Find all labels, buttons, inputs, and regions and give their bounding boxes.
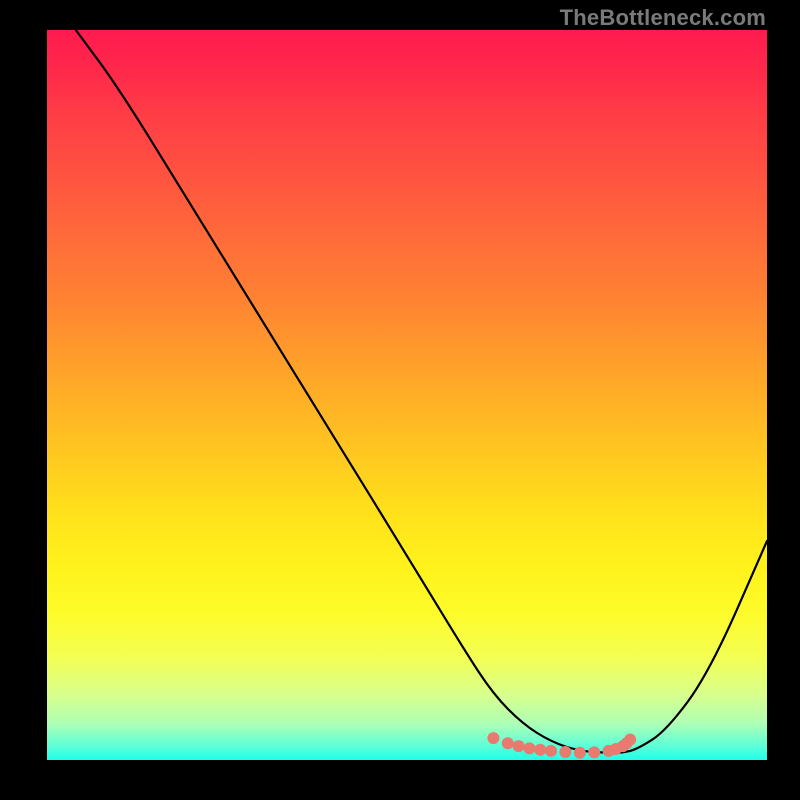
marker-dot <box>534 744 546 756</box>
marker-dot <box>624 734 636 746</box>
marker-dot <box>523 742 535 754</box>
marker-dot <box>588 746 600 758</box>
marker-dot <box>502 737 514 749</box>
plot-area <box>47 30 767 760</box>
chart-frame: TheBottleneck.com <box>0 0 800 800</box>
marker-dot <box>487 732 499 744</box>
marker-dot <box>559 746 571 758</box>
marker-dot <box>545 745 557 757</box>
bottleneck-curve <box>76 30 767 753</box>
watermark-text: TheBottleneck.com <box>560 5 766 31</box>
marker-dot <box>574 747 586 759</box>
marker-dot <box>513 740 525 752</box>
chart-svg <box>47 30 767 760</box>
